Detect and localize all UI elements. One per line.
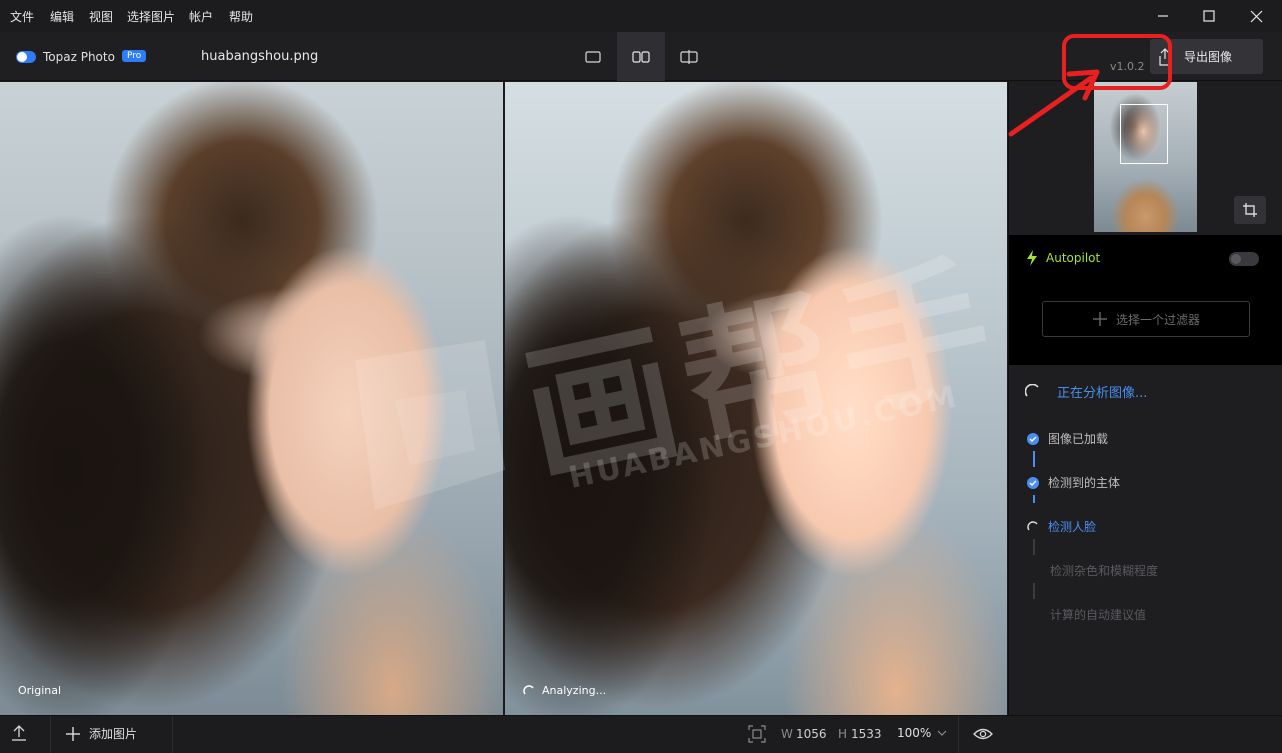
select-filter-button[interactable]: 选择一个过滤器 — [1042, 301, 1250, 337]
crop-button[interactable] — [1234, 196, 1266, 224]
analysis-step-pending: 计算的自动建议值 — [1050, 606, 1146, 623]
step-label: 计算的自动建议值 — [1050, 608, 1147, 622]
analysis-title: 正在分析图像... — [1057, 386, 1148, 401]
side-by-side-icon — [632, 50, 650, 63]
file-name: huabangshou.png — [201, 49, 319, 64]
zoom-value: 100% — [897, 726, 932, 740]
fit-screen-icon — [748, 725, 766, 743]
pro-badge: Pro — [122, 50, 147, 62]
menu-bar: 文件 编辑 视图 选择图片 帐户 帮助 — [0, 0, 1282, 32]
zoom-select[interactable]: 100% — [897, 726, 947, 740]
maximize-button[interactable] — [1186, 0, 1232, 32]
spinner-icon — [1027, 520, 1038, 530]
close-icon — [1250, 10, 1262, 22]
width-label: W — [781, 727, 793, 741]
analysis-step-pending: 检测杂色和模糊程度 — [1050, 562, 1158, 579]
menu-select-image[interactable]: 选择图片 — [127, 8, 175, 25]
eye-icon — [973, 728, 993, 740]
spinner-icon — [1025, 383, 1039, 397]
plus-icon — [1092, 312, 1107, 326]
step-label: 检测杂色和模糊程度 — [1050, 564, 1159, 578]
menu-file[interactable]: 文件 — [10, 8, 34, 25]
divider — [958, 716, 959, 753]
export-label: 导出图像 — [1184, 50, 1233, 64]
analyzing-label: Analyzing... — [542, 684, 607, 697]
autopilot-section: Autopilot 选择一个过滤器 — [1009, 235, 1282, 365]
step-connector — [1033, 539, 1035, 555]
side-by-side-button[interactable] — [617, 32, 665, 81]
select-filter-label: 选择一个过滤器 — [1115, 312, 1200, 327]
plus-icon — [66, 726, 80, 741]
split-view-button[interactable] — [665, 32, 713, 81]
analysis-step: 图像已加载 — [1027, 430, 1108, 447]
fit-to-screen-button[interactable] — [748, 725, 766, 747]
app-name: Topaz Photo — [43, 50, 115, 64]
single-view-button[interactable] — [569, 32, 617, 81]
autopilot-toggle[interactable] — [1229, 252, 1259, 266]
add-image-label: 添加图片 — [89, 727, 138, 741]
analysis-header: 正在分析图像... — [1025, 382, 1147, 401]
menu-account[interactable]: 帐户 — [189, 8, 213, 25]
lightning-icon — [1027, 250, 1037, 266]
maximize-icon — [1203, 10, 1215, 22]
autopilot-label: Autopilot — [1046, 251, 1101, 265]
upload-button[interactable] — [10, 724, 28, 746]
divider — [172, 716, 173, 753]
height-value: 1533 — [851, 727, 882, 741]
preview-toggle-button[interactable] — [973, 726, 993, 746]
split-view-icon — [680, 49, 698, 64]
analysis-step-active: 检测人脸 — [1027, 518, 1096, 535]
annotation-arrow-icon — [1008, 69, 1100, 137]
check-icon — [1027, 432, 1039, 445]
height-label: H — [838, 727, 848, 741]
crop-icon — [1243, 203, 1257, 217]
navigator-thumbnail[interactable] — [1094, 82, 1197, 232]
menu-edit[interactable]: 编辑 — [50, 8, 74, 25]
watermark-logo-icon — [355, 340, 505, 510]
single-view-icon — [585, 50, 601, 63]
menu-view[interactable]: 视图 — [89, 8, 113, 25]
upload-icon — [12, 725, 26, 741]
step-connector — [1033, 583, 1035, 599]
step-label: 检测到的主体 — [1048, 476, 1121, 490]
menu-help[interactable]: 帮助 — [229, 8, 253, 25]
minimize-button[interactable] — [1140, 0, 1186, 32]
side-panel: Autopilot 选择一个过滤器 正在分析图像... 图像已加载 检测到的主体… — [1008, 82, 1282, 715]
analysis-step: 检测到的主体 — [1027, 474, 1120, 491]
width-value: 1056 — [796, 727, 827, 741]
original-label: Original — [18, 684, 62, 697]
step-connector — [1033, 495, 1035, 503]
minimize-icon — [1158, 15, 1168, 17]
add-image-button[interactable]: 添加图片 — [65, 725, 137, 742]
app-logo-icon — [16, 51, 36, 63]
close-button[interactable] — [1233, 0, 1279, 32]
analyzing-status: Analyzing... — [523, 684, 606, 697]
spinner-icon — [523, 684, 534, 694]
step-label: 检测人脸 — [1048, 520, 1097, 534]
navigator-viewport-frame[interactable] — [1120, 104, 1168, 164]
chevron-down-icon — [937, 730, 947, 736]
step-connector — [1033, 451, 1035, 467]
check-icon — [1027, 476, 1039, 489]
divider — [50, 716, 51, 753]
bottom-bar: 添加图片 W 1056 H 1533 100% — [0, 715, 1282, 753]
hair-shadow — [0, 162, 220, 715]
step-label: 图像已加载 — [1048, 432, 1109, 446]
